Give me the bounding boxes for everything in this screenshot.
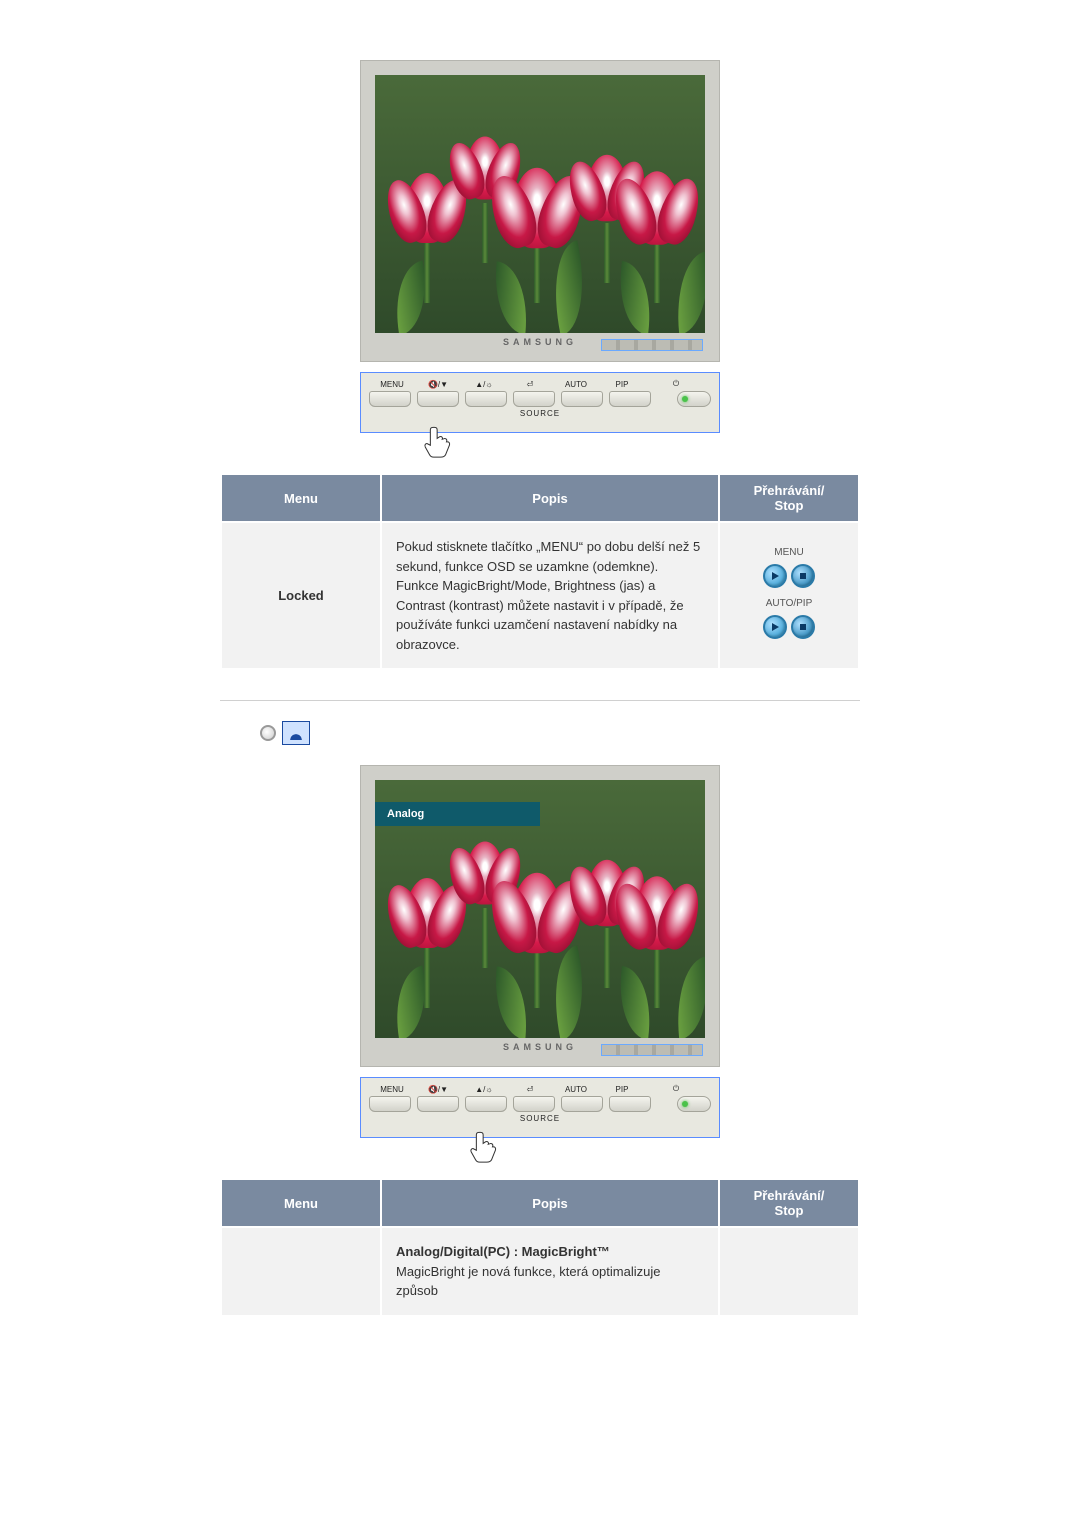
stop-button[interactable] [791,564,815,588]
monitor-figure-2: Analog SAMSUNG MENU 🔇/▼ ▲/☼ ⏎ AUTO PIP ⏻ [0,765,1080,1138]
magicbright-icon [282,721,310,745]
monitor-button-panel: MENU 🔇/▼ ▲/☼ ⏎ AUTO PIP ⏻ S [360,372,720,433]
menu-button-label: MENU [369,380,415,389]
table-header-play: Přehrávání/ Stop [719,474,859,522]
description-table-1: Menu Popis Přehrávání/ Stop Locked Pokud… [220,473,860,670]
play-group-label: AUTO/PIP [734,596,844,611]
table-header-popis: Popis [381,474,719,522]
monitor: Analog SAMSUNG MENU 🔇/▼ ▲/☼ ⏎ AUTO PIP ⏻ [360,765,720,1138]
power-hardware-button [677,391,711,407]
volume-button-label: 🔇/▼ [415,380,461,389]
speaker-grille [601,339,703,351]
description-cell: Analog/Digital(PC) : MagicBright™ MagicB… [381,1227,719,1316]
pip-button-label: PIP [599,1085,645,1094]
monitor-button-panel: MENU 🔇/▼ ▲/☼ ⏎ AUTO PIP ⏻ S [360,1077,720,1138]
stop-button[interactable] [791,615,815,639]
source-button-label: SOURCE [369,409,711,418]
hardware-buttons-row [369,391,711,407]
enter-hardware-button [513,1096,555,1112]
description-table-2: Menu Popis Přehrávání/ Stop Analog/Digit… [220,1178,860,1317]
power-button-label: ⏻ [645,1084,711,1094]
tulip-shape [635,878,679,1008]
brightness-hardware-button [465,1096,507,1112]
auto-button-label: AUTO [553,1085,599,1094]
playback-cell [719,1227,859,1316]
enter-hardware-button [513,391,555,407]
pip-hardware-button [609,1096,651,1112]
monitor: SAMSUNG MENU 🔇/▼ ▲/☼ ⏎ AUTO PIP ⏻ [360,60,720,433]
volume-hardware-button [417,391,459,407]
osd-mode-banner: Analog [375,802,540,826]
play-buttons [734,615,844,639]
table-header-popis: Popis [381,1179,719,1227]
playback-cell: MENU AUTO/PIP [719,522,859,669]
brightness-button-label: ▲/☼ [461,1085,507,1094]
table-header-menu: Menu [221,1179,381,1227]
section-header-row [180,721,900,745]
table-header-menu: Menu [221,474,381,522]
tulip-shape [515,878,559,1008]
description-body: MagicBright je nová funkce, která optima… [396,1264,660,1299]
brightness-hardware-button [465,391,507,407]
monitor-bezel: SAMSUNG [360,60,720,362]
power-hardware-button [677,1096,711,1112]
tulip-shape [405,173,449,303]
play-group-label: MENU [734,545,844,560]
table-row: Analog/Digital(PC) : MagicBright™ MagicB… [221,1227,859,1316]
auto-button-label: AUTO [553,380,599,389]
source-button-label: SOURCE [369,1114,711,1123]
document-page: SAMSUNG MENU 🔇/▼ ▲/☼ ⏎ AUTO PIP ⏻ [0,0,1080,1407]
menu-hardware-button [369,391,411,407]
bullet-icon [260,725,276,741]
tulip-shape [635,173,679,303]
volume-hardware-button [417,1096,459,1112]
section-divider [220,700,860,701]
pointing-hand-icon [421,424,455,458]
play-button[interactable] [763,564,787,588]
table-row: Locked Pokud stisknete tlačítko „MENU“ p… [221,522,859,669]
menu-hardware-button [369,1096,411,1112]
hardware-buttons-row [369,1096,711,1112]
description-cell: Pokud stisknete tlačítko „MENU“ po dobu … [381,522,719,669]
monitor-screen: Analog [375,780,705,1038]
auto-hardware-button [561,1096,603,1112]
menu-name-cell: Locked [221,522,381,669]
play-buttons [734,564,844,588]
button-labels-row: MENU 🔇/▼ ▲/☼ ⏎ AUTO PIP ⏻ [369,379,711,389]
pip-button-label: PIP [599,380,645,389]
speaker-grille [601,1044,703,1056]
monitor-figure-1: SAMSUNG MENU 🔇/▼ ▲/☼ ⏎ AUTO PIP ⏻ [0,60,1080,433]
table-header-play: Přehrávání/ Stop [719,1179,859,1227]
monitor-bezel: Analog SAMSUNG [360,765,720,1067]
power-button-label: ⏻ [645,379,711,389]
pip-hardware-button [609,391,651,407]
tulip-shape [405,878,449,1008]
button-labels-row: MENU 🔇/▼ ▲/☼ ⏎ AUTO PIP ⏻ [369,1084,711,1094]
menu-button-label: MENU [369,1085,415,1094]
pointing-hand-icon [467,1129,501,1163]
auto-hardware-button [561,391,603,407]
volume-button-label: 🔇/▼ [415,1085,461,1094]
enter-button-label: ⏎ [507,1085,553,1094]
menu-name-cell [221,1227,381,1316]
brightness-button-label: ▲/☼ [461,380,507,389]
monitor-screen [375,75,705,333]
play-button[interactable] [763,615,787,639]
play-group-menu: MENU AUTO/PIP [734,545,844,639]
enter-button-label: ⏎ [507,380,553,389]
tulip-shape [515,173,559,303]
description-title: Analog/Digital(PC) : MagicBright™ [396,1244,610,1259]
